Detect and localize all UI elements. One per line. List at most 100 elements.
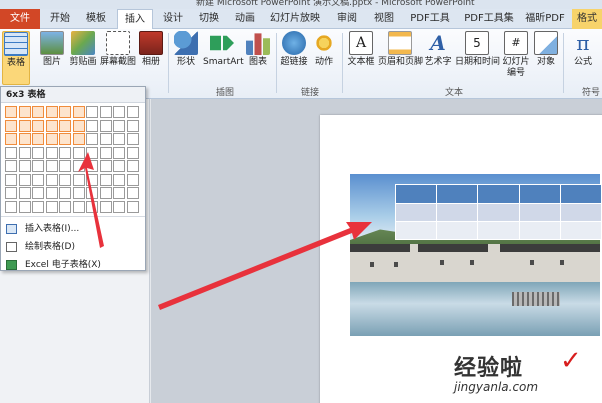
table-grid-cell[interactable]: [18, 160, 31, 172]
table-grid-cell[interactable]: [18, 119, 31, 132]
tab-animations[interactable]: 动画: [229, 9, 261, 29]
insert-table-item[interactable]: 插入表格(I)...: [3, 220, 143, 238]
table-grid-cell[interactable]: [72, 106, 85, 118]
table-grid-cell[interactable]: [113, 200, 125, 213]
table-grid-cell[interactable]: [126, 119, 139, 132]
table-grid-cell[interactable]: [86, 146, 98, 159]
table-grid-cell[interactable]: [45, 133, 58, 145]
tab-foxit-pdf[interactable]: 福昕PDF: [523, 9, 567, 29]
tab-insert[interactable]: 插入: [117, 9, 153, 30]
table-grid-cell[interactable]: [18, 200, 31, 213]
table-grid-cell[interactable]: [45, 173, 58, 186]
equation-button[interactable]: π 公式: [568, 31, 598, 68]
table-grid-cell[interactable]: [86, 106, 98, 118]
table-grid-cell[interactable]: [32, 160, 44, 172]
table-grid-cell[interactable]: [72, 133, 85, 145]
tab-transitions[interactable]: 切换: [193, 9, 225, 29]
hyperlink-button[interactable]: 超链接: [280, 31, 308, 68]
table-grid-cell[interactable]: [32, 133, 44, 145]
table-grid-cell[interactable]: [72, 200, 85, 213]
table-grid-cell[interactable]: [32, 146, 44, 159]
table-grid-cell[interactable]: [99, 187, 112, 199]
header-footer-button[interactable]: 页眉和页脚: [378, 31, 423, 68]
table-grid-cell[interactable]: [32, 106, 44, 118]
table-grid-cell[interactable]: [99, 106, 112, 118]
table-grid-cell[interactable]: [32, 200, 44, 213]
table-button[interactable]: 表格: [2, 31, 30, 85]
table-grid-cell[interactable]: [126, 160, 139, 172]
table-grid-cell[interactable]: [45, 119, 58, 132]
screenshot-button[interactable]: 屏幕截图: [100, 31, 136, 68]
table-grid-cell[interactable]: [86, 119, 98, 132]
table-grid-cell[interactable]: [45, 146, 58, 159]
tab-view[interactable]: 视图: [368, 9, 400, 29]
table-grid-cell[interactable]: [126, 173, 139, 186]
table-grid-cell[interactable]: [113, 173, 125, 186]
table-grid-cell[interactable]: [113, 106, 125, 118]
table-grid-cell[interactable]: [59, 160, 71, 172]
table-grid-cell[interactable]: [18, 106, 31, 118]
table-grid-cell[interactable]: [72, 173, 85, 186]
draw-table-item[interactable]: 绘制表格(D): [3, 238, 143, 256]
wordart-button[interactable]: A 艺术字: [423, 31, 453, 68]
table-grid-cell[interactable]: [86, 160, 98, 172]
datetime-button[interactable]: 5 日期和时间: [455, 31, 500, 68]
smartart-button[interactable]: SmartArt: [203, 31, 244, 68]
table-grid-cell[interactable]: [113, 119, 125, 132]
table-grid-cell[interactable]: [45, 200, 58, 213]
table-grid-cell[interactable]: [86, 187, 98, 199]
table-grid-cell[interactable]: [113, 146, 125, 159]
tab-file[interactable]: 文件: [0, 9, 40, 29]
table-grid-cell[interactable]: [72, 119, 85, 132]
table-grid-cell[interactable]: [113, 133, 125, 145]
table-grid-cell[interactable]: [45, 106, 58, 118]
table-grid-cell[interactable]: [5, 106, 17, 118]
slide-number-button[interactable]: # 幻灯片编号: [502, 31, 530, 79]
tab-home[interactable]: 开始: [44, 9, 76, 29]
table-grid-cell[interactable]: [59, 106, 71, 118]
table-grid-cell[interactable]: [45, 160, 58, 172]
slide-table[interactable]: [394, 184, 602, 240]
table-grid-cell[interactable]: [99, 200, 112, 213]
table-grid-cell[interactable]: [5, 187, 17, 199]
table-grid-cell[interactable]: [32, 187, 44, 199]
table-grid-cell[interactable]: [113, 160, 125, 172]
table-grid-cell[interactable]: [59, 173, 71, 186]
action-button[interactable]: 动作: [310, 31, 338, 68]
table-grid-cell[interactable]: [18, 133, 31, 145]
excel-spreadsheet-item[interactable]: Excel 电子表格(X): [3, 256, 143, 274]
table-grid-cell[interactable]: [126, 133, 139, 145]
table-grid-cell[interactable]: [99, 146, 112, 159]
table-grid-cell[interactable]: [59, 187, 71, 199]
table-grid-cell[interactable]: [99, 173, 112, 186]
table-grid-cell[interactable]: [99, 160, 112, 172]
table-grid-cell[interactable]: [72, 187, 85, 199]
table-grid-cell[interactable]: [86, 133, 98, 145]
table-grid-cell[interactable]: [5, 173, 17, 186]
table-grid-cell[interactable]: [5, 119, 17, 132]
table-grid-cell[interactable]: [32, 173, 44, 186]
table-grid-cell[interactable]: [5, 146, 17, 159]
table-grid-cell[interactable]: [99, 133, 112, 145]
table-grid-cell[interactable]: [126, 187, 139, 199]
table-grid-cell[interactable]: [59, 200, 71, 213]
table-grid-cell[interactable]: [32, 119, 44, 132]
table-grid-cell[interactable]: [86, 200, 98, 213]
table-grid-cell[interactable]: [72, 146, 85, 159]
table-grid-cell[interactable]: [126, 106, 139, 118]
table-grid-cell[interactable]: [59, 133, 71, 145]
table-grid-cell[interactable]: [18, 146, 31, 159]
table-grid-cell[interactable]: [113, 187, 125, 199]
table-grid-cell[interactable]: [5, 133, 17, 145]
table-grid-cell[interactable]: [59, 119, 71, 132]
table-grid-cell[interactable]: [72, 160, 85, 172]
clipart-button[interactable]: 剪贴画: [68, 31, 98, 68]
tab-pdf-toolset[interactable]: PDF工具集: [460, 9, 518, 29]
tab-template[interactable]: 模板: [80, 9, 112, 29]
table-grid-cell[interactable]: [18, 173, 31, 186]
table-grid-cell[interactable]: [18, 187, 31, 199]
chart-button[interactable]: 图表: [245, 31, 271, 68]
table-grid-cell[interactable]: [99, 119, 112, 132]
tab-pdf-tools[interactable]: PDF工具: [407, 9, 453, 29]
tab-design[interactable]: 设计: [157, 9, 189, 29]
